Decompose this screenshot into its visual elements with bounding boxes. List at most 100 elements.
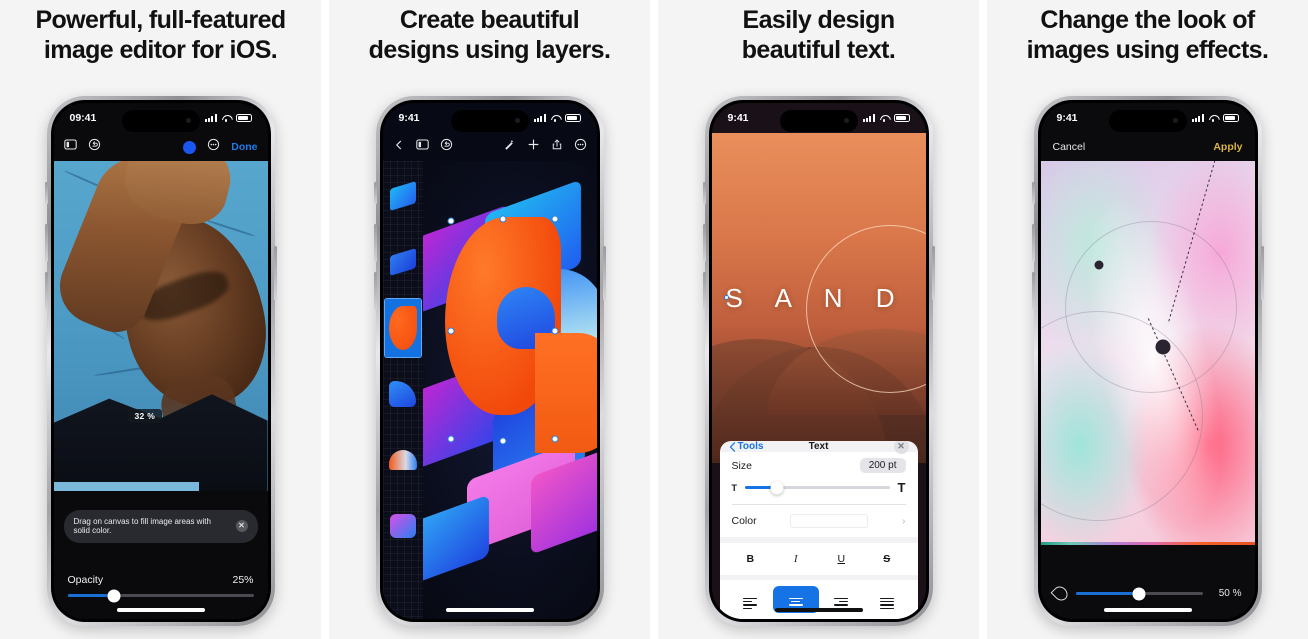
dynamic-island bbox=[450, 110, 529, 132]
phone-screen-4: 9:41 Cancel Apply 50 % bbox=[1040, 103, 1255, 619]
color-swatch[interactable] bbox=[790, 514, 869, 528]
home-indicator bbox=[774, 608, 863, 612]
back-to-tools-button[interactable]: Tools bbox=[729, 441, 764, 452]
volume-up-button[interactable] bbox=[1031, 224, 1035, 262]
layer-thumb-4[interactable] bbox=[385, 365, 421, 423]
dynamic-island bbox=[1108, 110, 1187, 132]
volume-down-button[interactable] bbox=[1031, 272, 1035, 310]
align-justify-button[interactable] bbox=[864, 586, 910, 613]
control-point-large[interactable] bbox=[1155, 339, 1170, 355]
silent-switch[interactable] bbox=[44, 182, 48, 204]
phone-mockup-3: 9:41 S A N D S bbox=[702, 96, 935, 626]
italic-button[interactable]: I bbox=[773, 550, 819, 569]
screenshot-gallery: Powerful, full-featured image editor for… bbox=[0, 0, 1308, 639]
undo-icon[interactable] bbox=[88, 138, 101, 156]
dynamic-island bbox=[779, 110, 858, 132]
battery-icon bbox=[235, 114, 252, 122]
volume-down-button[interactable] bbox=[702, 272, 706, 310]
battery-icon bbox=[1222, 114, 1239, 122]
panel-headline-1: Powerful, full-featured image editor for… bbox=[35, 6, 286, 64]
phone-mockup-2: 9:41 bbox=[373, 96, 606, 626]
silent-switch[interactable] bbox=[1031, 182, 1035, 204]
color-row[interactable]: Color › bbox=[720, 505, 918, 537]
layers-rail[interactable] bbox=[382, 161, 423, 619]
back-label: Tools bbox=[737, 441, 764, 452]
close-icon[interactable]: ✕ bbox=[235, 520, 248, 533]
cellular-signal-icon bbox=[1191, 114, 1204, 122]
small-text-icon: T bbox=[731, 482, 738, 493]
size-card: Size 200 pt T T Color › bbox=[719, 452, 918, 537]
panel-text-design: Easily design beautiful text. 9:41 S A N… bbox=[658, 0, 979, 639]
volume-up-button[interactable] bbox=[702, 224, 706, 262]
editor-toolbar-1: Done bbox=[54, 133, 268, 161]
effects-canvas[interactable] bbox=[1040, 161, 1255, 545]
layer-thumb-1[interactable] bbox=[385, 167, 421, 225]
design-canvas[interactable] bbox=[422, 161, 597, 619]
magic-wand-icon[interactable] bbox=[502, 138, 516, 156]
phone-screen-3: 9:41 S A N D S bbox=[711, 103, 926, 619]
cancel-button[interactable]: Cancel bbox=[1053, 141, 1086, 153]
apply-button[interactable]: Apply bbox=[1213, 141, 1242, 153]
size-slider[interactable] bbox=[745, 481, 890, 494]
strikethrough-button[interactable]: S bbox=[864, 549, 910, 569]
photo-canvas[interactable]: 32 % bbox=[53, 161, 268, 491]
size-value[interactable]: 200 pt bbox=[859, 458, 906, 473]
panel-layers: Create beautiful designs using layers. 9… bbox=[329, 0, 650, 639]
portrait-jacket bbox=[53, 394, 268, 491]
volume-down-button[interactable] bbox=[373, 272, 377, 310]
panel-headline-4: Change the look of images using effects. bbox=[1026, 6, 1269, 64]
control-point-small[interactable] bbox=[1094, 260, 1103, 270]
large-text-icon: T bbox=[897, 480, 906, 495]
effects-toolbar: Cancel Apply bbox=[1041, 133, 1255, 161]
done-button[interactable]: Done bbox=[231, 141, 257, 153]
plus-icon[interactable] bbox=[527, 138, 540, 156]
bold-button[interactable]: B bbox=[728, 549, 774, 569]
more-ellipsis-icon[interactable] bbox=[207, 138, 220, 156]
intensity-slider[interactable] bbox=[1075, 587, 1203, 600]
layer-thumb-3[interactable] bbox=[383, 298, 422, 358]
opacity-slider[interactable] bbox=[67, 589, 254, 602]
phone-screen-2: 9:41 bbox=[382, 103, 597, 619]
chevron-right-icon: › bbox=[902, 515, 906, 527]
volume-up-button[interactable] bbox=[373, 224, 377, 262]
home-indicator bbox=[445, 608, 534, 612]
align-left-button[interactable] bbox=[728, 586, 774, 613]
home-indicator bbox=[116, 608, 205, 612]
underline-button[interactable]: U bbox=[819, 549, 865, 569]
power-button[interactable] bbox=[1260, 246, 1264, 300]
fill-preview-bar bbox=[53, 482, 200, 491]
guide-ring-2 bbox=[1064, 221, 1237, 393]
intensity-control[interactable]: 50 % bbox=[1041, 583, 1255, 604]
opacity-control[interactable]: Opacity 25% bbox=[54, 574, 268, 602]
panel-headline-3: Easily design beautiful text. bbox=[741, 6, 896, 64]
silent-switch[interactable] bbox=[702, 182, 706, 204]
battery-icon bbox=[893, 114, 910, 122]
sidebar-icon[interactable] bbox=[63, 138, 77, 156]
panel-image-editor: Powerful, full-featured image editor for… bbox=[0, 0, 321, 639]
canvas-text[interactable]: S A N D S bbox=[726, 283, 926, 314]
layer-thumb-2[interactable] bbox=[385, 233, 421, 291]
more-ellipsis-icon[interactable] bbox=[574, 138, 587, 156]
volume-down-button[interactable] bbox=[44, 272, 48, 310]
layer-thumb-5[interactable] bbox=[385, 431, 421, 489]
undo-icon[interactable] bbox=[440, 138, 453, 156]
volume-up-button[interactable] bbox=[44, 224, 48, 262]
effect-color-strip bbox=[1040, 542, 1255, 545]
layer-thumb-6[interactable] bbox=[385, 497, 421, 555]
color-label: Color bbox=[731, 515, 757, 527]
layers-workspace bbox=[382, 161, 597, 619]
share-icon[interactable] bbox=[551, 138, 563, 156]
silent-switch[interactable] bbox=[373, 182, 377, 204]
color-swatch-dot[interactable] bbox=[183, 140, 197, 154]
home-indicator bbox=[1103, 608, 1192, 612]
text-align-row bbox=[719, 580, 918, 619]
text-anchor-handle[interactable] bbox=[723, 295, 729, 300]
sidebar-icon[interactable] bbox=[415, 138, 429, 156]
wifi-icon bbox=[1208, 114, 1219, 122]
text-canvas[interactable]: S A N D S bbox=[711, 133, 926, 463]
status-time: 09:41 bbox=[69, 112, 97, 124]
power-button[interactable] bbox=[602, 246, 606, 300]
power-button[interactable] bbox=[273, 246, 277, 300]
chevron-left-icon[interactable] bbox=[393, 138, 405, 156]
power-button[interactable] bbox=[931, 246, 935, 300]
